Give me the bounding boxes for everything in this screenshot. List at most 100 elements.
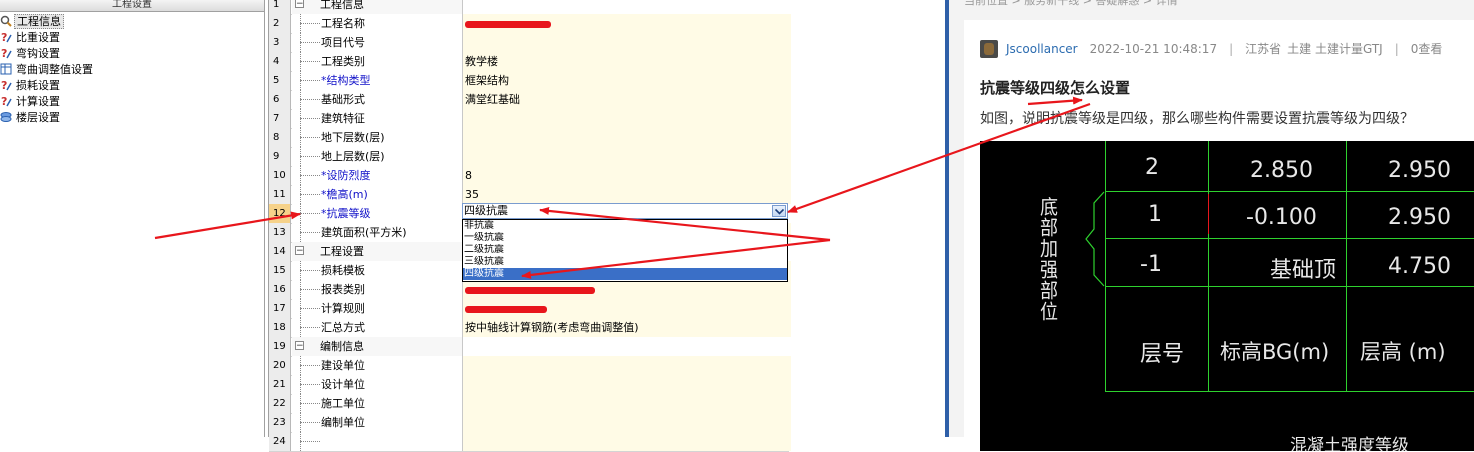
property-value-cell[interactable] [463,337,791,356]
property-value-cell[interactable]: 教学楼 [463,52,791,71]
row-number: 7 [269,109,291,128]
row-number: 12 [269,204,291,223]
property-label: 基础形式 [321,93,365,106]
floor-cell: -1 [1140,252,1162,277]
property-value-cell[interactable] [463,109,791,128]
tree-item[interactable]: ? 损耗设置 [0,78,62,94]
property-value-cell[interactable] [463,413,791,432]
property-value-cell[interactable] [463,280,791,299]
floor-cell: 2 [1145,155,1159,180]
property-value-cell[interactable] [463,147,791,166]
breadcrumb[interactable]: 当前位置 > 服务新干线 > 答疑解惑 > 详情 [964,0,1178,8]
grid-section-row[interactable]: 1− 工程信息 [269,0,791,15]
row-number: 13 [269,223,291,242]
grid-row[interactable]: 17 计算规则 [269,299,791,319]
tree-item[interactable]: 弯曲调整值设置 [0,62,95,78]
property-value: 框架结构 [465,74,509,87]
collapse-icon[interactable]: − [295,0,304,9]
tree-item[interactable]: 楼层设置 [0,110,62,126]
tree-item[interactable]: ? 弯钩设置 [0,46,62,62]
tree-item-label: 计算设置 [16,95,60,108]
author-link[interactable]: Jscoollancer [1006,42,1078,56]
height-header: 层高 (m) [1360,340,1446,364]
row-number: 17 [269,299,291,318]
elev-cell: 基础顶 [1270,258,1337,283]
property-name-cell: 计算规则 [292,299,463,318]
property-value: 满堂红基础 [465,93,520,106]
row-number: 18 [269,318,291,337]
row-number: 4 [269,52,291,71]
property-name-cell: *设防烈度 [292,166,463,185]
grid-row[interactable]: 3 项目代号 [269,33,791,53]
height-cell: 4.750 [1388,254,1451,279]
grid-row[interactable]: 23 编制单位 [269,413,791,433]
grid-section-row[interactable]: 19− 编制信息 [269,337,791,357]
grid-row[interactable]: 24 [269,432,791,452]
grid-row[interactable]: 20 建设单位 [269,356,791,376]
property-value-cell[interactable]: 按中轴线计算钢筋(考虑弯曲调整值) [463,318,791,337]
dropdown-option[interactable]: 二级抗震 [463,244,787,256]
row-number: 21 [269,375,291,394]
redaction-mark [465,305,547,313]
grid-row[interactable]: 11 *檐高(m) 35 [269,185,791,205]
property-value-cell[interactable] [463,432,791,451]
post-title: 抗震等级四级怎么设置 [980,79,1131,97]
dropdown-option[interactable]: 一级抗震 [463,232,787,244]
grid-row[interactable]: 2 工程名称 [269,14,791,34]
floor-cell: 1 [1148,202,1162,227]
tree-item[interactable]: ? 比重设置 [0,30,62,46]
grid-row[interactable]: 5 *结构类型 框架结构 [269,71,791,91]
row-number: 15 [269,261,291,280]
layers-icon [0,111,12,123]
row-number: 10 [269,166,291,185]
grid-row[interactable]: 6 基础形式 满堂红基础 [269,90,791,110]
row-number: 1 [269,0,291,14]
tree-item-label: 比重设置 [16,31,60,44]
property-value: 35 [465,188,479,201]
grid-row[interactable]: 22 施工单位 [269,394,791,414]
row-number: 19 [269,337,291,356]
grid-row[interactable]: 4 工程类别 教学楼 [269,52,791,72]
dropdown-button[interactable] [772,205,786,217]
row-number: 16 [269,280,291,299]
property-value-cell[interactable] [463,299,791,318]
grid-row[interactable]: 21 设计单位 [269,375,791,395]
dropdown-option[interactable]: 三级抗震 [463,256,787,268]
property-label: 工程设置 [320,245,364,258]
floor-header: 层号 [1140,342,1185,367]
property-name-cell: 损耗模板 [292,261,463,280]
grid-row[interactable]: 9 地上层数(层) [269,147,791,167]
question-icon: ? [0,95,12,108]
property-value-cell[interactable] [463,0,791,14]
avatar[interactable] [980,40,998,58]
dropdown-option[interactable]: 非抗震 [463,220,787,232]
property-value-cell[interactable]: 35 [463,185,791,204]
grid-row[interactable]: 7 建筑特征 [269,109,791,129]
property-label: 汇总方式 [321,321,365,334]
property-name-cell: 工程名称 [292,14,463,33]
collapse-icon[interactable]: − [295,341,304,351]
grid-row[interactable]: 18 汇总方式 按中轴线计算钢筋(考虑弯曲调整值) [269,318,791,338]
property-value-cell[interactable]: 满堂红基础 [463,90,791,109]
seismic-grade-select[interactable]: 四级抗震 [462,203,788,219]
property-value: 按中轴线计算钢筋(考虑弯曲调整值) [465,321,639,334]
property-value-cell[interactable]: 框架结构 [463,71,791,90]
tree-item[interactable]: 工程信息 [0,14,64,30]
property-value-cell[interactable] [463,33,791,52]
property-value-cell[interactable] [463,394,791,413]
property-value-cell[interactable] [463,375,791,394]
grid-row[interactable]: 8 地下层数(层) [269,128,791,148]
property-name-cell: 汇总方式 [292,318,463,337]
question-icon: ? [0,31,12,44]
property-value-cell[interactable] [463,14,791,33]
collapse-icon[interactable]: − [295,246,304,256]
height-cell: 2.950 [1388,158,1451,183]
property-value-cell[interactable]: 8 [463,166,791,185]
property-value-cell[interactable] [463,128,791,147]
grid-row[interactable]: 10 *设防烈度 8 [269,166,791,186]
post-tags: 土建 土建计量GTJ [1287,42,1383,56]
property-value-cell[interactable] [463,356,791,375]
tree-item[interactable]: ? 计算设置 [0,94,62,110]
grid-row[interactable]: 16 报表类别 [269,280,791,300]
dropdown-option[interactable]: 四级抗震 [463,268,787,280]
